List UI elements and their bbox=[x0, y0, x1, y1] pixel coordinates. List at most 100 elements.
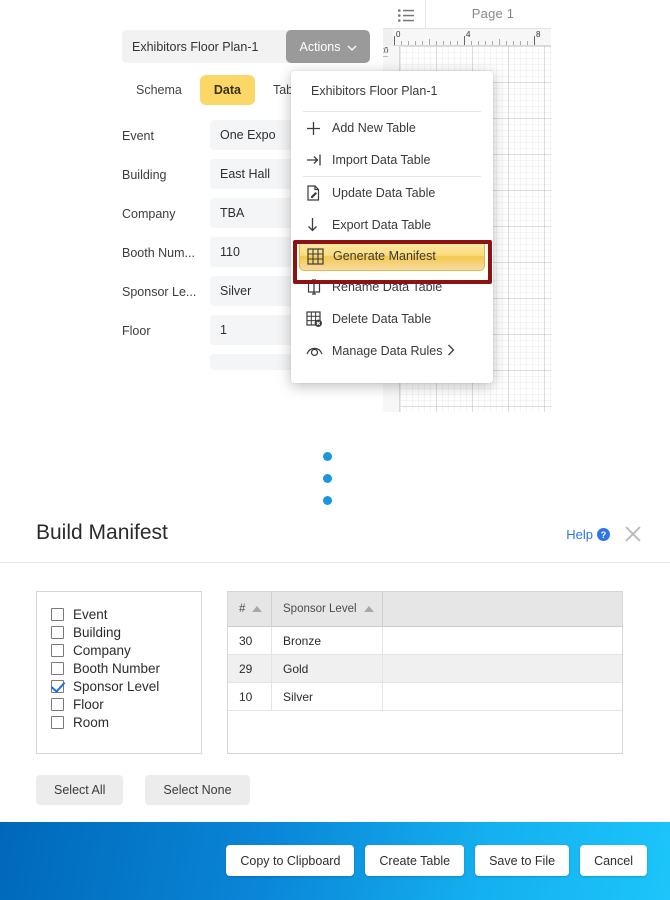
select-none-button[interactable]: Select None bbox=[145, 775, 250, 805]
table-empty-space bbox=[228, 711, 622, 755]
column-header-label: # bbox=[239, 603, 246, 615]
table-name-field[interactable]: Exhibitors Floor Plan-1 bbox=[122, 30, 294, 63]
column-header-count[interactable]: # bbox=[228, 592, 272, 626]
list-icon[interactable] bbox=[393, 5, 419, 25]
tab-data[interactable]: Data bbox=[199, 75, 255, 105]
menu-title: Exhibitors Floor Plan-1 bbox=[311, 84, 438, 98]
editor-tabs: Schema Data Table bbox=[122, 75, 317, 105]
checkbox-row-building[interactable]: Building bbox=[51, 623, 201, 641]
copy-to-clipboard-button[interactable]: Copy to Clipboard bbox=[226, 845, 355, 876]
dialog-footer: Copy to Clipboard Create Table Save to F… bbox=[0, 822, 670, 900]
menu-item-label: Rename Data Table bbox=[332, 280, 443, 294]
property-label: Floor bbox=[122, 324, 151, 338]
checkbox-row-booth-number[interactable]: Booth Number bbox=[51, 659, 201, 677]
dialog-title: Build Manifest bbox=[36, 521, 168, 544]
sort-ascending-icon bbox=[252, 606, 263, 612]
cell-empty bbox=[383, 627, 622, 654]
property-label: Booth Num... bbox=[122, 246, 195, 260]
build-manifest-dialog: Build Manifest Help ? Event Building Com… bbox=[0, 505, 670, 900]
menu-item-label: Generate Manifest bbox=[333, 249, 436, 263]
ruler-mark-0: 0 bbox=[396, 30, 401, 39]
help-label: Help bbox=[566, 527, 593, 542]
column-header-empty[interactable] bbox=[383, 592, 622, 626]
checkbox-icon[interactable] bbox=[51, 697, 64, 711]
help-link[interactable]: Help ? bbox=[566, 527, 610, 542]
checkbox-icon[interactable] bbox=[51, 661, 64, 675]
close-icon[interactable] bbox=[621, 522, 645, 546]
property-label: Event bbox=[122, 129, 154, 143]
checkbox-row-room[interactable]: Room bbox=[51, 713, 201, 731]
actions-button[interactable]: Actions bbox=[286, 30, 370, 63]
ruler-mark-8: 8 bbox=[536, 30, 541, 39]
question-circle-icon: ? bbox=[597, 528, 610, 541]
menu-item-update-data-table[interactable]: Update Data Table bbox=[291, 177, 493, 209]
chevron-right-icon bbox=[447, 344, 455, 359]
import-arrow-icon bbox=[306, 151, 332, 169]
rename-icon bbox=[306, 278, 332, 296]
cancel-button[interactable]: Cancel bbox=[580, 845, 647, 876]
menu-item-label: Manage Data Rules bbox=[332, 344, 443, 358]
actions-dropdown-menu: Exhibitors Floor Plan-1 Add New Table Im… bbox=[291, 71, 493, 383]
app-root: Page 1 0 4 8 0 Exhibitors Floor Plan-1 A… bbox=[0, 0, 670, 900]
menu-item-generate-manifest[interactable]: Generate Manifest bbox=[299, 241, 485, 271]
menu-item-delete-data-table[interactable]: Delete Data Table bbox=[291, 303, 493, 335]
checkbox-label: Event bbox=[73, 606, 108, 622]
field-checkbox-list: Event Building Company Booth Number Spon… bbox=[36, 591, 202, 754]
dialog-body: Event Building Company Booth Number Spon… bbox=[0, 563, 670, 805]
page-label: Page 1 bbox=[471, 6, 515, 21]
sort-ascending-icon bbox=[363, 606, 374, 612]
manifest-result-table: # Sponsor Level 30 Bronze 29 Gold 10 Sil… bbox=[227, 591, 623, 754]
menu-item-label: Import Data Table bbox=[332, 153, 431, 167]
checkbox-icon[interactable] bbox=[51, 643, 64, 657]
select-all-button[interactable]: Select All bbox=[36, 775, 124, 805]
table-row[interactable]: 10 Silver bbox=[228, 683, 622, 711]
checkbox-label: Building bbox=[73, 624, 122, 640]
checkbox-icon[interactable] bbox=[51, 625, 64, 639]
menu-item-label: Delete Data Table bbox=[332, 312, 432, 326]
checkbox-row-event[interactable]: Event bbox=[51, 605, 201, 623]
checkbox-label: Floor bbox=[73, 696, 104, 712]
save-to-file-button[interactable]: Save to File bbox=[475, 845, 570, 876]
page-edit-icon bbox=[306, 184, 332, 202]
table-row[interactable]: 29 Gold bbox=[228, 655, 622, 683]
cell-count: 10 bbox=[228, 683, 272, 710]
checkbox-row-sponsor-level[interactable]: Sponsor Level bbox=[51, 677, 201, 695]
checkbox-icon[interactable] bbox=[51, 607, 64, 621]
toolbar-divider bbox=[425, 0, 426, 29]
menu-item-add-new-table[interactable]: Add New Table bbox=[291, 112, 493, 144]
actions-button-label: Actions bbox=[299, 39, 341, 54]
column-header-sponsor-level[interactable]: Sponsor Level bbox=[272, 592, 383, 626]
ruler-corner bbox=[383, 29, 393, 46]
cell-empty bbox=[383, 655, 622, 682]
eye-icon bbox=[306, 342, 332, 360]
cell-sponsor-level: Gold bbox=[272, 655, 383, 682]
checkbox-label: Sponsor Level bbox=[73, 678, 160, 694]
checkbox-row-company[interactable]: Company bbox=[51, 641, 201, 659]
cell-sponsor-level: Bronze bbox=[272, 627, 383, 654]
plus-icon bbox=[306, 119, 332, 137]
checkbox-icon[interactable] bbox=[51, 715, 64, 729]
table-name-row: Exhibitors Floor Plan-1 Actions bbox=[122, 30, 370, 63]
property-label: Company bbox=[122, 207, 176, 221]
table-header-row: # Sponsor Level bbox=[228, 592, 622, 627]
menu-item-export-data-table[interactable]: Export Data Table bbox=[291, 209, 493, 241]
menu-item-label: Add New Table bbox=[332, 121, 416, 135]
canvas-toolbar: Page 1 bbox=[383, 0, 551, 29]
menu-item-import-data-table[interactable]: Import Data Table bbox=[291, 144, 493, 176]
tab-schema[interactable]: Schema bbox=[122, 75, 196, 105]
checkbox-label: Room bbox=[73, 714, 110, 730]
checkbox-icon-checked[interactable] bbox=[51, 679, 64, 693]
grid-table-icon bbox=[307, 247, 333, 265]
cell-count: 29 bbox=[228, 655, 272, 682]
editor-region: Page 1 0 4 8 0 Exhibitors Floor Plan-1 A… bbox=[0, 0, 670, 430]
checkbox-label: Company bbox=[73, 642, 131, 658]
create-table-button[interactable]: Create Table bbox=[365, 845, 465, 876]
dot bbox=[323, 474, 332, 483]
horizontal-ruler: 0 4 8 bbox=[383, 29, 551, 46]
cell-sponsor-level: Silver bbox=[272, 683, 383, 710]
chevron-down-icon bbox=[347, 40, 357, 54]
checkbox-row-floor[interactable]: Floor bbox=[51, 695, 201, 713]
menu-item-manage-data-rules[interactable]: Manage Data Rules bbox=[291, 335, 493, 367]
menu-item-rename-data-table[interactable]: Rename Data Table bbox=[291, 271, 493, 303]
table-row[interactable]: 30 Bronze bbox=[228, 627, 622, 655]
